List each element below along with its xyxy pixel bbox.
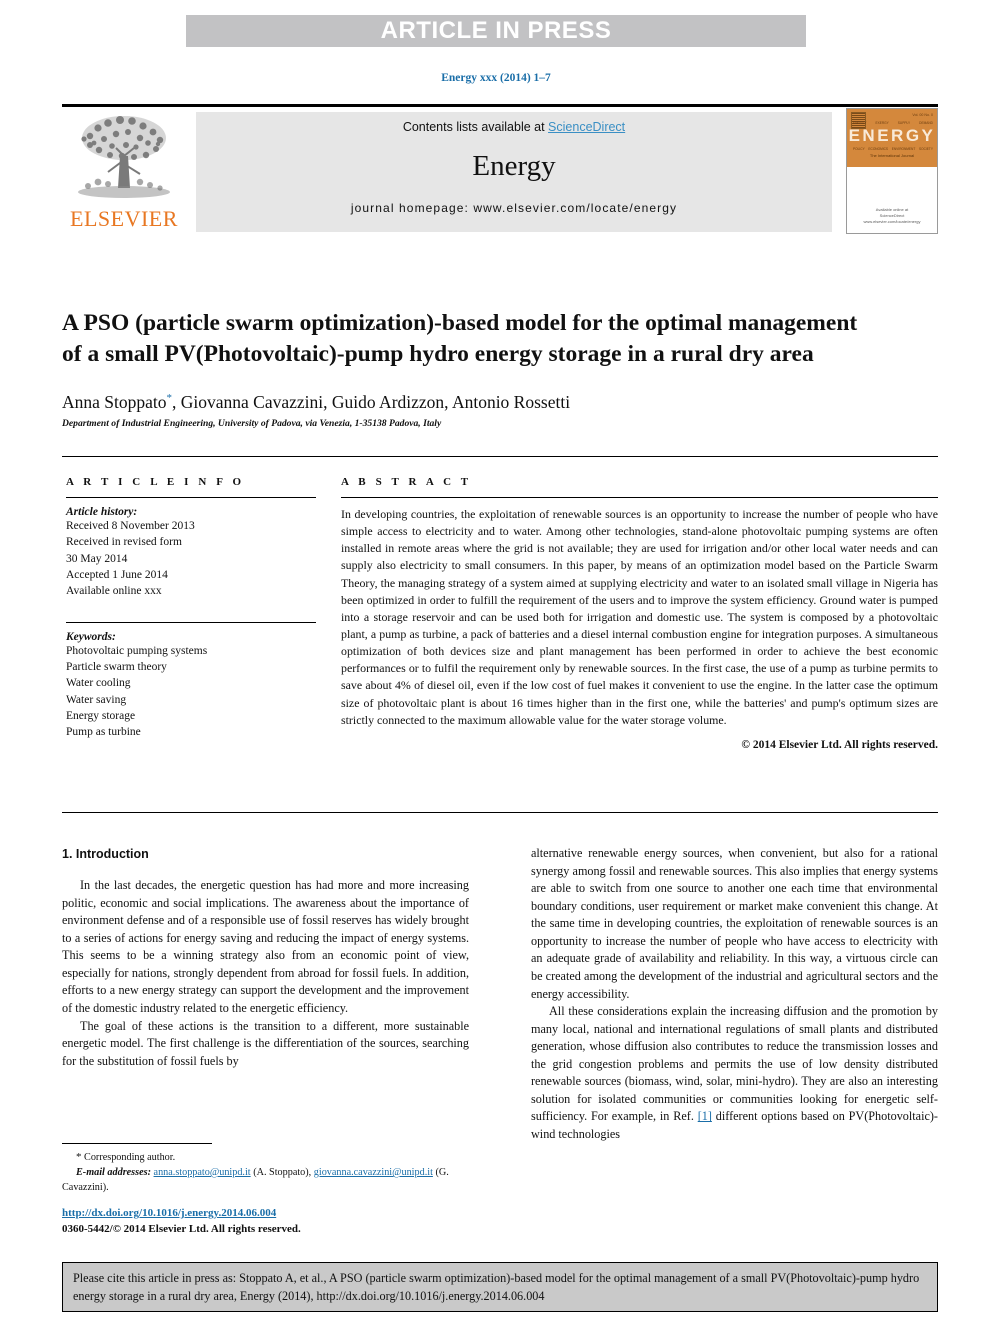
footnote-rule [62,1143,212,1144]
abstract-label: A B S T R A C T [341,476,472,488]
cover-mini-labels-row1: ENERGY EXERGY SUPPLY DEMAND [853,121,933,125]
contents-prefix-text: Contents lists available at [402,120,549,134]
cover-mini-label: POLICY [853,147,865,151]
cover-bottom-imprint: Available online at ScienceDirect www.el… [847,207,937,225]
contents-box: Contents lists available at ScienceDirec… [196,112,832,232]
footnote-block: * Corresponding author. E-mail addresses… [62,1150,469,1196]
article-history-item: Available online xxx [66,585,162,598]
cover-mini-label: EXERGY [875,121,889,125]
elsevier-tree-icon [78,116,170,198]
cover-subtitle: The International Journal [869,153,915,158]
article-history-item: 30 May 2014 [66,552,128,565]
author-list: Anna Stoppato*, Giovanna Cavazzini, Guid… [62,392,892,413]
body-column-left: 1. Introduction In the last decades, the… [62,845,469,1070]
article-info-label: A R T I C L E I N F O [66,476,245,488]
intro-paragraph: In the last decades, the energetic quest… [62,878,469,1015]
intro-paragraph-with-reference: All these considerations explain the inc… [531,1003,938,1144]
doi-link[interactable]: http://dx.doi.org/10.1016/j.energy.2014.… [62,1207,276,1219]
affiliation: Department of Industrial Engineering, Un… [62,418,442,429]
cover-mini-label: DEMAND [919,121,933,125]
article-history-item: Received in revised form [66,536,182,549]
article-in-press-banner: ARTICLE IN PRESS [186,15,806,47]
abstract-divider [341,497,938,498]
journal-title: Energy [472,150,556,182]
author-rest: , Giovanna Cavazzini, Guido Ardizzon, An… [172,392,571,412]
keywords-heading: Keywords: [66,630,116,643]
journal-masthead: ELSEVIER Contents lists available at Sci… [62,104,938,234]
journal-homepage-line[interactable]: journal homepage: www.elsevier.com/locat… [351,201,677,215]
article-history-heading: Article history: [66,506,138,518]
doi-block: http://dx.doi.org/10.1016/j.energy.2014.… [62,1206,482,1238]
elsevier-logo: ELSEVIER [62,112,186,232]
cover-mini-label: ENERGY [853,121,867,125]
body-column-right: alternative renewable energy sources, wh… [531,845,938,1144]
asterisk-icon: * [76,1151,82,1163]
intro-paragraph: The goal of these actions is the transit… [62,1018,469,1068]
corresponding-author-note: * Corresponding author. [62,1150,469,1166]
email-link-stoppato[interactable]: anna.stoppato@unipd.it [154,1167,251,1178]
contents-available-line: Contents lists available at ScienceDirec… [403,120,625,134]
cover-top-panel: Vol. 00 No. 0 ENERGY EXERGY SUPPLY DEMAN… [847,109,937,167]
cover-mini-label: ECONOMICS [868,147,889,151]
cover-bottom-line3: www.elsevier.com/locate/energy [863,219,921,224]
info-top-rule [62,456,938,457]
abstract-copyright: © 2014 Elsevier Ltd. All rights reserved… [741,738,938,751]
article-history-item: Accepted 1 June 2014 [66,568,168,581]
keywords-divider [66,621,316,623]
corresponding-author-text: Corresponding author. [84,1152,176,1163]
keyword-item: Particle swarm theory [66,660,167,673]
intro-text-before-ref: All these considerations explain the inc… [531,1004,938,1124]
cover-mini-label: SOCIETY [919,147,933,151]
article-in-press-label: ARTICLE IN PRESS [380,17,612,44]
author-first: Anna Stoppato [62,392,167,412]
email-owner-stoppato: (A. Stoppato), [250,1166,314,1178]
elsevier-wordmark: ELSEVIER [70,206,178,231]
keyword-item: Photovoltaic pumping systems [66,644,208,657]
reference-link-1[interactable]: [1] [698,1109,712,1123]
article-info-divider [66,497,316,498]
sciencedirect-link[interactable]: ScienceDirect [548,120,625,134]
info-bottom-rule [62,812,938,813]
cover-issue-label: Vol. 00 No. 0 [912,113,933,117]
abstract-column: A B S T R A C T In developing countries,… [341,476,938,751]
cover-mini-labels-row2: POLICY ECONOMICS ENVIRONMENT SOCIETY [853,147,933,151]
journal-cover-thumbnail: Vol. 00 No. 0 ENERGY EXERGY SUPPLY DEMAN… [846,108,938,234]
article-history-item: Received 8 November 2013 [66,520,195,532]
article-info-column: A R T I C L E I N F O Article history: R… [66,476,316,741]
cover-energy-title: ENERGY [848,126,936,145]
citation-request-box: Please cite this article in press as: St… [62,1262,938,1312]
email-addresses-label: E-mail addresses: [76,1166,151,1178]
intro-paragraph: alternative renewable energy sources, wh… [531,846,938,1001]
keywords-block: Keywords: Photovoltaic pumping systems P… [66,621,316,741]
keyword-item: Energy storage [66,709,136,722]
abstract-text: In developing countries, the exploitatio… [341,507,938,727]
masthead-top-rule [62,104,938,107]
cover-mini-label: SUPPLY [897,121,911,125]
article-title: A PSO (particle swarm optimization)-base… [62,309,858,367]
email-link-cavazzini[interactable]: giovanna.cavazzini@unipd.it [314,1167,433,1178]
email-addresses-note: E-mail addresses: anna.stoppato@unipd.it… [62,1166,469,1196]
keyword-item: Water cooling [66,677,131,690]
keyword-item: Pump as turbine [66,726,141,739]
cover-mini-label: ENVIRONMENT [891,147,916,151]
issn-copyright-line: 0360-5442/© 2014 Elsevier Ltd. All right… [62,1222,301,1235]
keyword-item: Water saving [66,693,127,706]
section-heading-introduction: 1. Introduction [62,847,149,861]
running-head: Energy xxx (2014) 1–7 [441,72,551,84]
